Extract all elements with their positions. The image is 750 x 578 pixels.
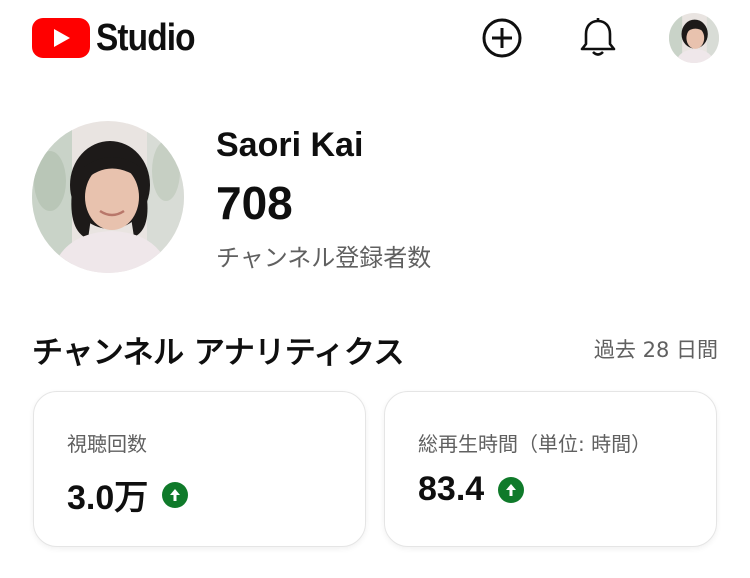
profile-photo (669, 13, 719, 63)
watch-time-card[interactable]: 総再生時間（単位: 時間） 83.4 (384, 391, 717, 547)
bell-icon (580, 18, 616, 56)
studio-logo[interactable]: Studio (32, 16, 208, 60)
views-label: 視聴回数 (67, 432, 147, 456)
trend-up-icon (498, 476, 525, 503)
watch-time-value: 83.4 (418, 470, 485, 508)
subscriber-label: チャンネル登録者数 (216, 244, 432, 272)
channel-avatar[interactable] (32, 121, 184, 273)
app-header: Studio (0, 0, 750, 80)
channel-name: Saori Kai (216, 126, 364, 164)
watch-time-label: 総再生時間（単位: 時間） (418, 432, 652, 456)
views-value: 3.0万 (67, 479, 149, 517)
add-circle-icon (482, 18, 522, 58)
account-avatar[interactable] (669, 13, 719, 63)
youtube-play-icon (32, 18, 90, 58)
views-card[interactable]: 視聴回数 3.0万 (33, 391, 366, 547)
create-button[interactable] (480, 16, 524, 60)
analytics-period: 過去 28 日間 (593, 338, 718, 362)
logo-text: Studio (96, 16, 196, 59)
notifications-button[interactable] (576, 16, 620, 60)
analytics-title: チャンネル アナリティクス (32, 335, 404, 371)
profile-photo (32, 121, 184, 273)
subscriber-count: 708 (216, 177, 293, 229)
trend-up-icon (162, 481, 189, 508)
